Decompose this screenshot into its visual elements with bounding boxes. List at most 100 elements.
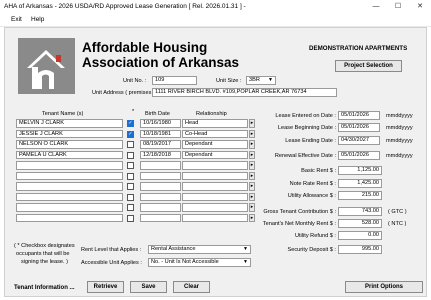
- clear-button[interactable]: Clear: [173, 281, 210, 293]
- relationship-field[interactable]: Dependant: [182, 140, 248, 149]
- tenant-name-field[interactable]: [16, 161, 123, 170]
- lease-date-field[interactable]: 05/01/2026: [338, 151, 380, 160]
- signer-checkbox[interactable]: [127, 162, 134, 169]
- signer-checkbox[interactable]: [127, 214, 134, 222]
- accessible-label: Accessible Unit Applies :: [81, 260, 142, 266]
- relationship-lookup-button[interactable]: ▸: [249, 129, 255, 138]
- rent-level-select[interactable]: Rental Assistance ▼: [148, 245, 251, 254]
- relationship-field[interactable]: [182, 203, 248, 212]
- maximize-button[interactable]: ☐: [387, 0, 409, 14]
- relationship-field[interactable]: Co-Head: [182, 129, 248, 138]
- signer-checkbox[interactable]: [127, 151, 134, 159]
- retrieve-button[interactable]: Retrieve: [87, 281, 124, 293]
- print-options-button[interactable]: Print Options: [345, 281, 423, 293]
- relationship-lookup-button[interactable]: ▸: [249, 119, 255, 128]
- rent-amount-field[interactable]: 0.00: [338, 231, 382, 240]
- relationship-field[interactable]: [182, 213, 248, 222]
- unit-no-field[interactable]: 109: [152, 76, 197, 85]
- birth-date-field[interactable]: 10/18/1981: [140, 129, 181, 138]
- chevron-down-icon: ▼: [268, 77, 273, 83]
- rent-label: Gross Tenant Contribution $ :: [263, 209, 336, 215]
- tenant-name-field[interactable]: PAMELA U CLARK: [16, 150, 123, 159]
- tenant-name-field[interactable]: JESSIE J CLARK: [16, 129, 123, 138]
- birth-date-field[interactable]: 08/19/2017: [140, 140, 181, 149]
- tenant-name-field[interactable]: [16, 213, 123, 222]
- signer-checkbox[interactable]: ✓: [127, 120, 134, 127]
- lease-date-label: Lease Entered on Date :: [275, 113, 336, 119]
- project-selection-button[interactable]: Project Selection: [335, 60, 402, 72]
- rent-amount-field[interactable]: 215.00: [338, 191, 382, 200]
- birth-date-field[interactable]: [140, 182, 181, 191]
- lease-date-field[interactable]: 05/01/2026: [338, 123, 380, 132]
- birth-date-field[interactable]: [140, 192, 181, 201]
- relationship-field[interactable]: [182, 192, 248, 201]
- checkbox-note-2: occupants that will be: [16, 251, 70, 257]
- relationship-lookup-button[interactable]: ▸: [249, 192, 255, 201]
- rent-label: Utility Refund $ :: [294, 233, 336, 239]
- lease-date-label: Lease Beginning Date :: [277, 125, 336, 131]
- signer-checkbox[interactable]: [127, 183, 134, 190]
- house-logo-icon: [18, 38, 75, 94]
- rent-amount-field[interactable]: 995.00: [338, 245, 382, 254]
- signer-checkbox[interactable]: [127, 193, 134, 201]
- birth-date-header: Birth Date: [145, 111, 170, 117]
- menu-help[interactable]: Help: [31, 16, 44, 23]
- relationship-lookup-button[interactable]: ▸: [249, 182, 255, 191]
- rent-amount-field[interactable]: 743.00: [338, 207, 382, 216]
- tenant-information-label: Tenant Information ...: [14, 285, 75, 291]
- relationship-field[interactable]: [182, 161, 248, 170]
- tenant-name-field[interactable]: [16, 192, 123, 201]
- tenant-name-field[interactable]: [16, 171, 123, 180]
- birth-date-field[interactable]: [140, 203, 181, 212]
- relationship-field[interactable]: Dependant: [182, 150, 248, 159]
- birth-date-field[interactable]: 10/16/1980: [140, 119, 181, 128]
- birth-date-field[interactable]: [140, 161, 181, 170]
- signer-checkbox[interactable]: ✓: [127, 130, 134, 138]
- menu-exit[interactable]: Exit: [11, 16, 22, 23]
- tenant-name-header: Tenant Name (s): [42, 111, 84, 117]
- lease-date-field[interactable]: 05/01/2026: [338, 111, 380, 120]
- window-title: AHA of Arkansas - 2026 USDA/RD Approved …: [4, 3, 246, 10]
- relationship-field[interactable]: [182, 171, 248, 180]
- birth-date-field[interactable]: 12/18/2018: [140, 150, 181, 159]
- tenant-name-field[interactable]: MELVIN J CLARK: [16, 119, 123, 128]
- signer-checkbox[interactable]: [127, 141, 134, 148]
- relationship-lookup-button[interactable]: ▸: [249, 150, 255, 159]
- relationship-lookup-button[interactable]: ▸: [249, 171, 255, 180]
- lease-date-field[interactable]: 04/30/2027: [338, 136, 380, 145]
- rent-label: Note Rate Rent $ :: [289, 181, 336, 187]
- rent-amount-field[interactable]: 1,425.00: [338, 179, 382, 188]
- tenant-name-field[interactable]: [16, 203, 123, 212]
- save-button[interactable]: Save: [130, 281, 167, 293]
- accessible-select[interactable]: No. - Unit Is Not Accessible ▼: [148, 258, 251, 267]
- rent-amount-field[interactable]: 1,125.00: [338, 166, 382, 175]
- relationship-lookup-button[interactable]: ▸: [249, 203, 255, 212]
- tenant-name-field[interactable]: NELSON O CLARK: [16, 140, 123, 149]
- lease-date-label: Lease Ending Date :: [285, 138, 336, 144]
- mode-label: DEMONSTRATION APARTMENTS: [309, 45, 408, 52]
- close-button[interactable]: ✕: [409, 0, 431, 14]
- menu-bar: Exit Help: [0, 14, 431, 27]
- relationship-lookup-button[interactable]: ▸: [249, 161, 255, 170]
- rent-amount-field[interactable]: 528.00: [338, 219, 382, 228]
- aha-logo: [18, 38, 75, 94]
- unit-size-select[interactable]: 3BR ▼: [246, 76, 276, 85]
- birth-date-field[interactable]: [140, 171, 181, 180]
- rent-level-label: Rent Level that Applies :: [81, 247, 142, 253]
- signer-checkbox[interactable]: [127, 172, 134, 180]
- chevron-down-icon: ▼: [243, 246, 248, 252]
- date-format-hint: mmddyyyy: [386, 113, 413, 119]
- tenant-name-field[interactable]: [16, 182, 123, 191]
- birth-date-field[interactable]: [140, 213, 181, 222]
- checkbox-note-1: ( * Checkbox designates: [14, 243, 75, 249]
- relationship-lookup-button[interactable]: ▸: [249, 213, 255, 222]
- relationship-lookup-button[interactable]: ▸: [249, 140, 255, 149]
- unit-address-field[interactable]: 1111 RIVER BIRCH BLVD. #109,POPLAR CREEK…: [152, 88, 337, 97]
- relationship-field[interactable]: Head: [182, 119, 248, 128]
- org-name-line1: Affordable Housing: [82, 40, 208, 55]
- signer-checkbox[interactable]: [127, 204, 134, 211]
- chevron-down-icon: ▼: [243, 259, 248, 265]
- lease-date-label: Renewal Effective Date :: [274, 153, 336, 159]
- relationship-field[interactable]: [182, 182, 248, 191]
- minimize-button[interactable]: —: [365, 0, 387, 14]
